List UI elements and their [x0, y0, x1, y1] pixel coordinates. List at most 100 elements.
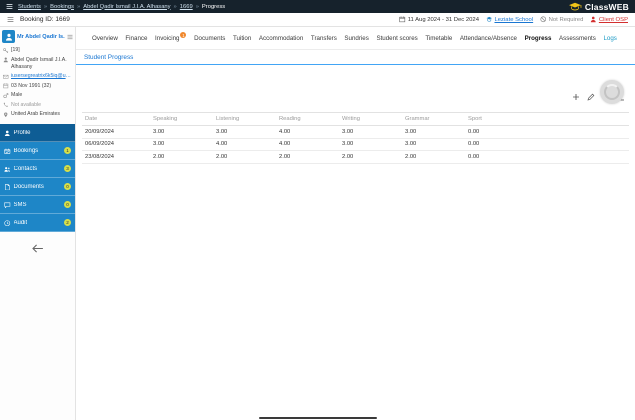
calendar-icon: [399, 16, 406, 23]
column-header-date: Date: [82, 112, 150, 126]
student-info-row: Not available: [0, 100, 75, 110]
not-required-item: Not Required: [540, 16, 583, 23]
table-cell: 23/08/2024: [82, 150, 150, 164]
student-info-row: Male: [0, 91, 75, 101]
breadcrumb-separator: »: [76, 3, 81, 10]
brand-logo: ClassWEB: [568, 2, 629, 12]
loading-spinner: [600, 80, 624, 104]
breadcrumb-separator: »: [195, 3, 199, 10]
sidebar-item-sms[interactable]: SMS 0: [0, 196, 75, 215]
breadcrumb-item-students[interactable]: Students: [18, 4, 41, 10]
sidebar-item-contacts[interactable]: Contacts 3: [0, 160, 75, 179]
count-badge: 0: [64, 201, 71, 209]
table-body: 20/09/2024 3.00 3.00 4.00 3.00 3.00 0.00 06/09/…: [82, 125, 629, 164]
table-cell: 3.00: [213, 125, 276, 139]
sidebar-collapse-icon[interactable]: [67, 34, 73, 40]
student-progress-table: Date Speaking Listening Reading Writing Gramm…: [82, 112, 629, 164]
sidebar-header: Mr Abdel Qadir Is...: [0, 27, 75, 45]
tab-logs[interactable]: Logs: [603, 35, 616, 42]
document-icon: [4, 183, 11, 191]
breadcrumb-item-bookings[interactable]: Bookings: [50, 4, 74, 10]
client-osp-item[interactable]: Client OSP: [590, 16, 628, 23]
tab-student-scores[interactable]: Student scores: [376, 35, 417, 42]
student-info-text: Not available: [11, 101, 41, 108]
tab-sundries[interactable]: Sundries: [344, 35, 368, 42]
sidebar-item-documents[interactable]: Documents 0: [0, 178, 75, 197]
edit-button[interactable]: [587, 93, 595, 101]
client-osp-link[interactable]: Client OSP: [599, 17, 628, 23]
tab-timetable[interactable]: Timetable: [425, 35, 452, 42]
person-icon: [3, 57, 9, 63]
table-cell: 2.00: [402, 150, 465, 164]
student-info-text: Abdel Qadir Ismail J.I.A. Alhasany: [11, 56, 67, 70]
back-arrow-icon: [31, 244, 44, 253]
student-info-text[interactable]: iusersegreatrix6k5iq@users2.co.uk: [11, 73, 72, 80]
add-button[interactable]: [572, 93, 580, 101]
tab-tuition[interactable]: Tuition: [233, 35, 251, 42]
school-link-item[interactable]: Leziate School: [486, 16, 533, 23]
column-header-listening: Listening: [213, 112, 276, 126]
breadcrumb: Students» Bookings» Abdel Qadir Ismail J.I…: [18, 4, 225, 10]
sidebar-item-label: Audit: [13, 219, 28, 226]
male-icon: [3, 92, 9, 99]
menu-icon[interactable]: [6, 3, 13, 10]
sidebar-item-audit[interactable]: Audit 2: [0, 214, 75, 233]
tab-accommodation[interactable]: Accommodation: [259, 35, 303, 42]
audit-icon: [4, 220, 11, 227]
tab-label: Tuition: [232, 34, 252, 42]
tab-assessments[interactable]: Assessments: [559, 35, 596, 42]
student-info-row: iusersegreatrix6k5iq@users2.co.uk: [0, 72, 75, 82]
avatar[interactable]: [2, 30, 15, 43]
breadcrumb-separator: »: [43, 3, 48, 10]
contacts-icon: [4, 166, 11, 173]
brand-name: ClassWEB: [584, 1, 629, 12]
tab-progress[interactable]: Progress: [525, 35, 552, 42]
tab-invoicing[interactable]: Invoicing 1: [155, 32, 187, 42]
table-row[interactable]: 06/09/2024 3.00 4.00 4.00 3.00 3.00 0.00: [82, 138, 629, 152]
breadcrumb-item-1669[interactable]: 1669: [180, 4, 193, 10]
tab-count-badge: 1: [180, 32, 187, 38]
table-cell-filler: [528, 138, 629, 152]
tab-transfers[interactable]: Transfers: [311, 35, 337, 42]
booking-header-bar: Booking ID: 1669 11 Aug 2024 - 31 Dec 20…: [0, 13, 635, 27]
avatar-person-icon: [5, 33, 13, 41]
count-badge: 1: [64, 147, 71, 155]
tab-documents[interactable]: Documents: [194, 35, 225, 42]
section-title[interactable]: Student Progress: [84, 54, 133, 61]
tab-label: Assessments: [559, 34, 596, 42]
tab-attendance-absence[interactable]: Attendance/Absence: [460, 35, 517, 42]
table-row[interactable]: 20/09/2024 3.00 3.00 4.00 3.00 3.00 0.00: [82, 125, 629, 139]
count-badge: 2: [64, 219, 71, 227]
table-cell: 0.00: [465, 138, 528, 152]
tab-finance[interactable]: Finance: [125, 35, 147, 42]
count-badge: 0: [64, 183, 71, 191]
breadcrumb-item-progress: Progress: [201, 3, 226, 10]
table-cell: 4.00: [213, 138, 276, 152]
location-icon: [3, 112, 9, 118]
tab-overview[interactable]: Overview: [92, 35, 118, 42]
student-info-row: [19]: [0, 46, 75, 56]
column-header-grammar: Grammar: [402, 112, 465, 126]
table-cell: 0.00: [465, 125, 528, 139]
back-button[interactable]: [0, 244, 75, 253]
table-row[interactable]: 23/08/2024 2.00 2.00 2.00 2.00 2.00 0.00: [82, 150, 629, 164]
date-range-text: 11 Aug 2024 - 31 Dec 2024: [407, 16, 479, 23]
student-info-list: [19] Abdel Qadir Ismail J.I.A. Alhasany iu…: [0, 45, 75, 121]
tab-label: Transfers: [310, 34, 337, 42]
column-header-speaking: Speaking: [150, 112, 213, 126]
sidebar-item-bookings[interactable]: Bookings 1: [0, 142, 75, 161]
sidebar-item-label: Profile: [13, 129, 31, 136]
student-info-row: 03 Nov 1991 (32): [0, 81, 75, 91]
booking-id: Booking ID: 1669: [20, 16, 70, 23]
breadcrumb-item-abdel-qadir-ismail-j-i-a-alhasany[interactable]: Abdel Qadir Ismail J.I.A. Alhasany: [83, 4, 170, 10]
student-info-text: United Arab Emirates: [11, 111, 61, 118]
tab-label: Accommodation: [258, 34, 304, 42]
sidebar-toggle-icon[interactable]: [7, 16, 14, 23]
school-link[interactable]: Leziate School: [494, 17, 533, 23]
calendar-icon: [3, 83, 9, 89]
client-icon: [590, 16, 597, 23]
sidebar-item-profile[interactable]: Profile: [0, 124, 75, 143]
tab-label: Finance: [125, 34, 148, 42]
table-cell: 3.00: [402, 125, 465, 139]
section-header: Student Progress: [76, 50, 635, 65]
